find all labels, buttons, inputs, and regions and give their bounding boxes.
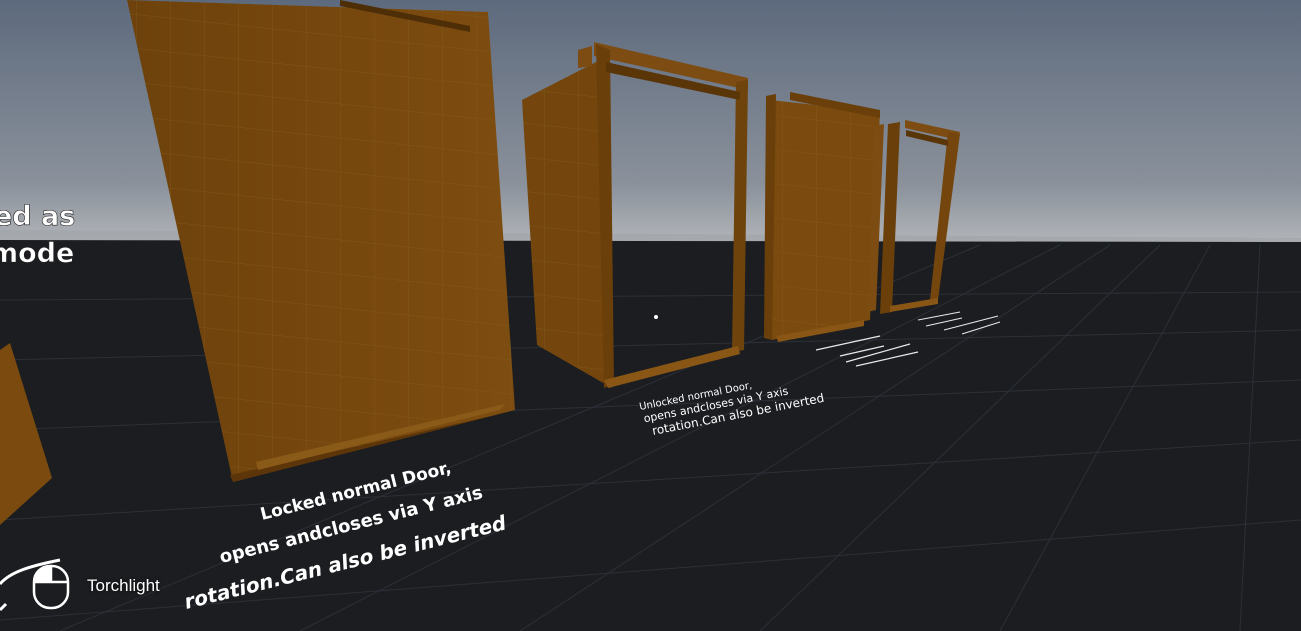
left-partial-line-2: mode [0,238,74,269]
game-viewport[interactable]: ed as mode Locked normal Door, opens and… [0,0,1301,631]
hud-action-label: Torchlight [87,576,160,595]
scene-canvas: ed as mode Locked normal Door, opens and… [0,0,1301,631]
hud-interaction-prompt: Torchlight [28,562,160,610]
left-partial-line-1: ed as [0,201,75,232]
mouse-icon [28,562,74,610]
crosshair [654,315,658,319]
third-door [764,92,880,342]
